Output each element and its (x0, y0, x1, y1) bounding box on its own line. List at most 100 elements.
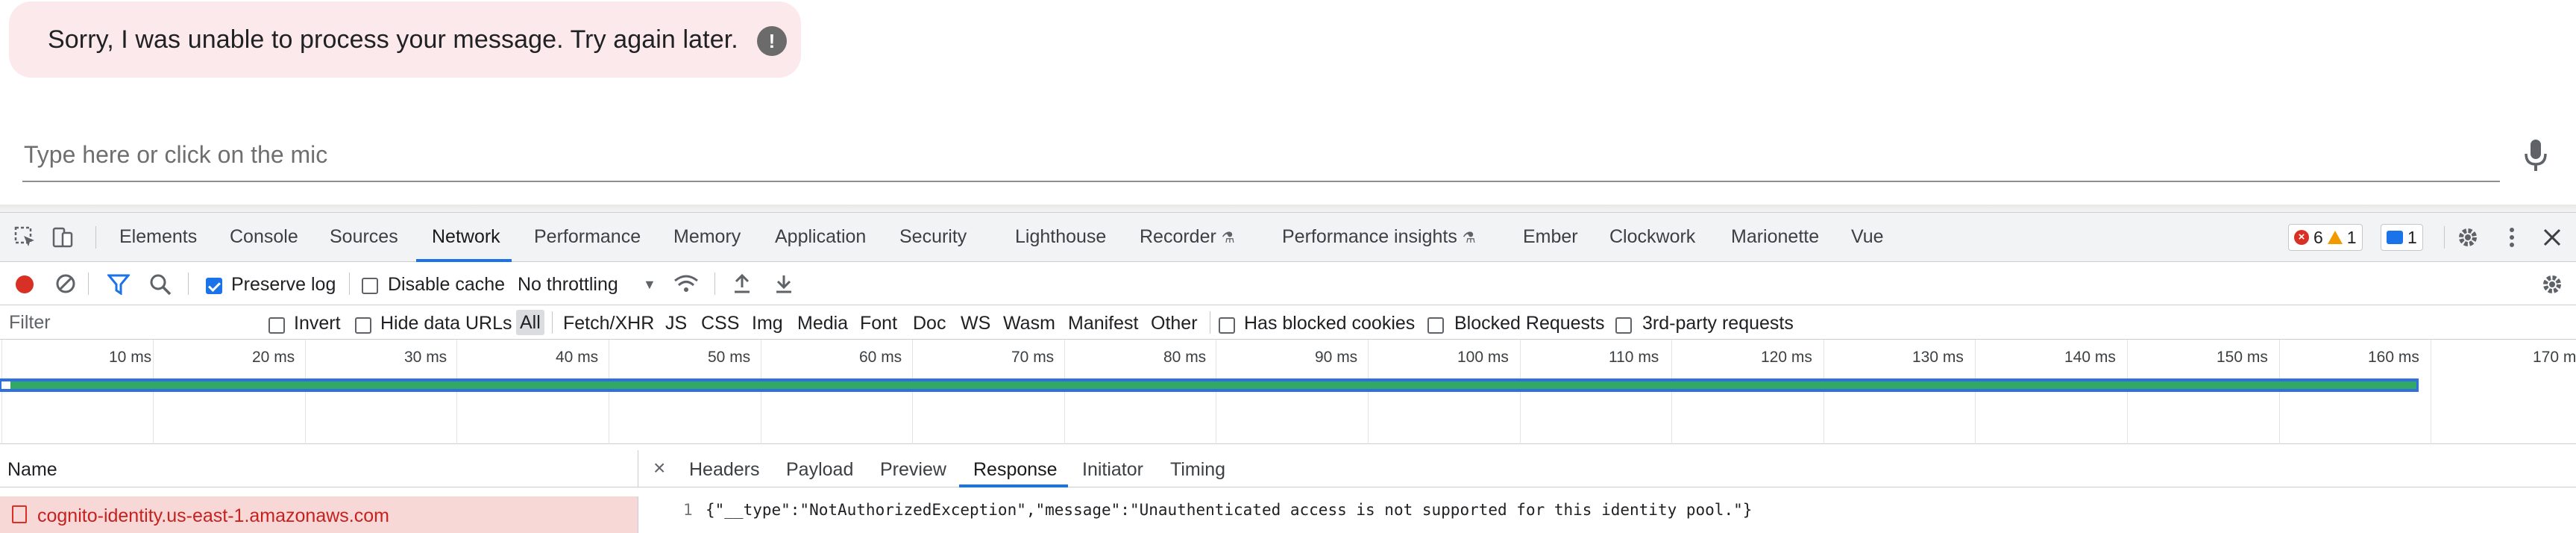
throttling-select[interactable]: No throttling (518, 274, 618, 296)
timeline-tick-label: 170 m (2533, 349, 2576, 366)
chat-divider (0, 205, 2576, 212)
disable-cache-checkbox[interactable] (362, 275, 378, 296)
third-party-requests-checkbox[interactable] (1615, 314, 1632, 336)
network-conditions-wifi-icon[interactable] (673, 273, 699, 296)
chat-message-input[interactable] (22, 128, 2500, 182)
tab-console[interactable]: Console (230, 226, 298, 248)
devtools-tab-bar: Elements Console Sources Network Perform… (0, 213, 2576, 262)
issues-counter[interactable]: × 6 1 (2288, 224, 2363, 251)
close-devtools-icon[interactable] (2540, 225, 2564, 249)
filter-type-manifest[interactable]: Manifest (1068, 313, 1138, 334)
tab-elements[interactable]: Elements (119, 226, 197, 248)
chevron-down-icon[interactable]: ▼ (643, 277, 656, 293)
invert-label: Invert (294, 313, 341, 334)
blocked-requests-label: Blocked Requests (1454, 313, 1605, 334)
third-party-requests-label: 3rd-party requests (1642, 313, 1794, 334)
filter-type-css[interactable]: CSS (701, 313, 739, 334)
detail-tab-payload[interactable]: Payload (786, 459, 853, 481)
network-timeline-overview[interactable]: 10 ms 20 ms 30 ms 40 ms 50 ms 60 ms 70 m… (0, 340, 2576, 444)
device-toolbar-icon[interactable] (51, 225, 75, 249)
detail-tab-preview[interactable]: Preview (880, 459, 946, 481)
filter-type-font[interactable]: Font (860, 313, 897, 334)
tab-performance[interactable]: Performance (534, 226, 641, 248)
timeline-gridline (912, 340, 913, 444)
toolbar-separator (714, 272, 715, 295)
timeline-gridline (305, 340, 306, 444)
hide-data-urls-checkbox[interactable] (355, 314, 371, 336)
request-name: cognito-identity.us-east-1.amazonaws.com (37, 505, 389, 526)
message-count: 1 (2407, 227, 2417, 247)
timeline-tick-label: 140 ms (2064, 349, 2116, 366)
invert-checkbox[interactable] (268, 314, 285, 336)
timeline-tick-label: 20 ms (252, 349, 295, 366)
filter-type-js[interactable]: JS (665, 313, 687, 334)
filter-type-img[interactable]: Img (752, 313, 783, 334)
filter-type-ws[interactable]: WS (961, 313, 990, 334)
hide-data-urls-checkbox-box (355, 317, 371, 334)
timeline-gridline (1823, 340, 1824, 444)
filter-type-fetch-xhr[interactable]: Fetch/XHR (563, 313, 654, 334)
record-icon[interactable] (13, 273, 36, 296)
filter-type-doc[interactable]: Doc (913, 313, 946, 334)
timeline-tick-label: 90 ms (1315, 349, 1358, 366)
tab-ember[interactable]: Ember (1523, 226, 1578, 248)
detail-tab-initiator[interactable]: Initiator (1082, 459, 1143, 481)
preserve-log-checkbox[interactable] (206, 275, 222, 296)
timeline-tick-label: 30 ms (404, 349, 447, 366)
tab-security[interactable]: Security (899, 226, 967, 248)
settings-gear-icon[interactable] (2456, 225, 2480, 249)
timeline-tick-label: 150 ms (2217, 349, 2268, 366)
more-options-icon[interactable] (2500, 225, 2524, 249)
request-row[interactable]: cognito-identity.us-east-1.amazonaws.com (0, 496, 638, 533)
timeline-gridline (1671, 340, 1672, 444)
response-json-text: {"__type":"NotAuthorizedException","mess… (706, 501, 1753, 519)
timeline-tick-label: 60 ms (859, 349, 902, 366)
timeline-gridline (1368, 340, 1369, 444)
tab-sources[interactable]: Sources (330, 226, 398, 248)
timeline-tick-label: 80 ms (1163, 349, 1207, 366)
tab-separator (95, 226, 96, 249)
tab-network[interactable]: Network (432, 226, 500, 248)
tab-recorder[interactable]: Recorder ⚗ (1140, 226, 1235, 248)
inspect-element-icon[interactable] (13, 225, 37, 249)
network-settings-gear-icon[interactable] (2540, 272, 2564, 296)
filter-type-wasm[interactable]: Wasm (1003, 313, 1055, 334)
filter-funnel-icon[interactable] (107, 274, 130, 295)
clear-icon[interactable] (55, 273, 76, 294)
timeline-gridline (456, 340, 457, 444)
has-blocked-cookies-checkbox[interactable] (1219, 314, 1235, 336)
filter-type-all[interactable]: All (516, 310, 544, 335)
blocked-requests-checkbox-box (1427, 317, 1444, 334)
microphone-icon[interactable] (2521, 138, 2551, 172)
close-detail-icon[interactable]: × (653, 456, 665, 480)
filter-type-other[interactable]: Other (1151, 313, 1198, 334)
import-har-upload-icon[interactable] (732, 272, 752, 295)
timeline-tick-label: 160 ms (2368, 349, 2419, 366)
tab-lighthouse[interactable]: Lighthouse (1015, 226, 1106, 248)
timeline-gridline (1520, 340, 1521, 444)
detail-tab-timing[interactable]: Timing (1170, 459, 1225, 481)
search-icon[interactable] (149, 273, 172, 296)
tab-application[interactable]: Application (775, 226, 866, 248)
filter-type-media[interactable]: Media (797, 313, 848, 334)
preserve-log-label: Preserve log (231, 274, 336, 295)
tab-marionette[interactable]: Marionette (1731, 226, 1819, 248)
blocked-requests-checkbox[interactable] (1427, 314, 1444, 336)
response-body[interactable]: 1 {"__type":"NotAuthorizedException","me… (638, 496, 2576, 526)
network-filter-bar: Invert Hide data URLs All Fetch/XHR JS C… (0, 305, 2576, 340)
has-blocked-cookies-label: Has blocked cookies (1244, 313, 1416, 334)
timeline-gridline (1, 340, 2, 444)
tab-clockwork[interactable]: Clockwork (1609, 226, 1695, 248)
tab-memory[interactable]: Memory (673, 226, 741, 248)
toolbar-separator (349, 272, 350, 295)
detail-tab-headers[interactable]: Headers (689, 459, 760, 481)
filter-input[interactable] (3, 310, 249, 335)
timeline-tick-label: 40 ms (556, 349, 599, 366)
tab-performance-insights[interactable]: Performance insights ⚗ (1282, 226, 1476, 248)
request-list-header[interactable]: Name (0, 450, 638, 487)
timeline-tick-label: 120 ms (1761, 349, 1812, 366)
tab-vue[interactable]: Vue (1851, 226, 1884, 248)
export-har-download-icon[interactable] (774, 272, 794, 295)
detail-tab-response[interactable]: Response (973, 459, 1058, 481)
messages-counter[interactable]: 1 (2381, 224, 2423, 251)
